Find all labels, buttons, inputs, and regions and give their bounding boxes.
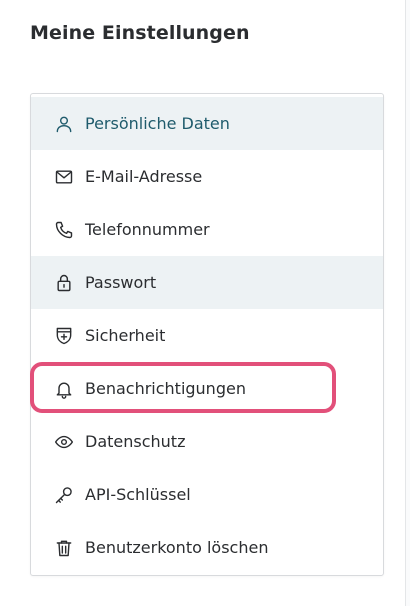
mail-icon	[53, 166, 75, 188]
phone-icon	[53, 219, 75, 241]
menu-item-label: Datenschutz	[85, 432, 186, 451]
shield-icon	[53, 325, 75, 347]
eye-icon	[53, 431, 75, 453]
menu-item-sicherheit[interactable]: Sicherheit	[31, 309, 383, 362]
bell-icon	[53, 378, 75, 400]
key-icon	[53, 484, 75, 506]
menu-item-email-adresse[interactable]: E-Mail-Adresse	[31, 150, 383, 203]
menu-item-benutzerkonto-loeschen[interactable]: Benutzerkonto löschen	[31, 521, 383, 574]
menu-item-telefonnummer[interactable]: Telefonnummer	[31, 203, 383, 256]
menu-item-label: Passwort	[85, 273, 157, 292]
menu-item-label: Sicherheit	[85, 326, 166, 345]
menu-item-label: Persönliche Daten	[85, 114, 230, 133]
menu-item-datenschutz[interactable]: Datenschutz	[31, 415, 383, 468]
menu-item-api-schluessel[interactable]: API-Schlüssel	[31, 468, 383, 521]
settings-menu: Persönliche Daten E-Mail-Adresse Telefon…	[30, 93, 384, 576]
trash-icon	[53, 537, 75, 559]
user-icon	[53, 113, 75, 135]
page-title: Meine Einstellungen	[30, 22, 250, 44]
right-panel-edge	[405, 0, 410, 606]
menu-item-passwort[interactable]: Passwort	[31, 256, 383, 309]
menu-item-label: Benutzerkonto löschen	[85, 538, 269, 557]
menu-item-label: Telefonnummer	[85, 220, 210, 239]
menu-item-label: API-Schlüssel	[85, 485, 191, 504]
menu-item-benachrichtigungen[interactable]: Benachrichtigungen	[31, 362, 383, 415]
menu-item-persoenliche-daten[interactable]: Persönliche Daten	[31, 97, 383, 150]
menu-item-label: E-Mail-Adresse	[85, 167, 203, 186]
menu-item-label: Benachrichtigungen	[85, 379, 246, 398]
lock-icon	[53, 272, 75, 294]
